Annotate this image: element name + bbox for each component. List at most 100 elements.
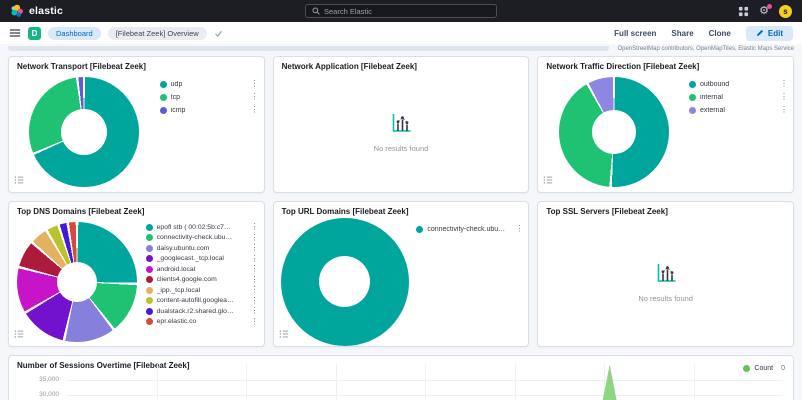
legend-item[interactable]: content-autofill.googlea…⋮ — [146, 297, 259, 305]
legend-item-menu-icon[interactable]: ⋮ — [780, 80, 788, 88]
panel-network-application: Network Application [Filebeat Zeek] No r… — [273, 56, 530, 193]
panel-title: Network Transport [Filebeat Zeek] — [9, 57, 264, 72]
count-legend[interactable]: Count 0 — [743, 365, 785, 372]
legend-label: outbound — [700, 81, 729, 88]
legend-item[interactable]: tcp ⋮ — [160, 93, 259, 101]
top-navigation-bar: elastic ⚙ s — [0, 0, 802, 22]
apps-grid-icon[interactable] — [738, 6, 749, 17]
legend-label: tcp — [171, 94, 180, 101]
legend-item-menu-icon[interactable]: ⋮ — [780, 106, 788, 114]
legend-item-menu-icon[interactable]: ⋮ — [251, 318, 259, 326]
chart-legend: outbound⋮internal⋮external⋮ — [689, 72, 793, 192]
legend-label: _ipp._tcp.local — [157, 287, 200, 294]
donut-hole — [319, 256, 370, 307]
y-axis-tick: 30,000 — [17, 391, 59, 398]
pie-chart-dns-domains[interactable] — [17, 222, 137, 342]
legend-item[interactable]: android.local⋮ — [146, 265, 259, 273]
map-attribution-row: OpenStreetMap contributors, OpenMapTiles… — [0, 44, 802, 53]
donut-hole — [57, 262, 97, 302]
legend-swatch — [146, 224, 153, 231]
share-button[interactable]: Share — [671, 29, 693, 38]
legend-swatch — [689, 81, 696, 88]
space-initial: D — [32, 29, 38, 38]
legend-item-menu-icon[interactable]: ⋮ — [251, 80, 259, 88]
legend-item[interactable]: udp ⋮ — [160, 80, 259, 88]
legend-item-menu-icon[interactable]: ⋮ — [780, 93, 788, 101]
legend-item[interactable]: epr.elastic.co⋮ — [146, 318, 259, 326]
map-panel-edge — [8, 46, 609, 51]
legend-item-menu-icon[interactable]: ⋮ — [251, 244, 259, 252]
legend-swatch — [146, 255, 153, 262]
legend-toggle-icon[interactable] — [14, 327, 24, 342]
legend-item-menu-icon[interactable]: ⋮ — [251, 297, 259, 305]
no-results-state: No results found — [274, 72, 529, 192]
no-results-text: No results found — [374, 144, 429, 153]
legend-toggle-icon[interactable] — [279, 327, 289, 342]
donut-hole — [592, 110, 636, 154]
dashboard-grid: Network Transport [Filebeat Zeek] udp⋮tc… — [0, 53, 802, 347]
space-badge[interactable]: D — [28, 27, 41, 40]
panel-top-ssl-servers: Top SSL Servers [Filebeat Zeek] No resul… — [537, 201, 794, 347]
global-search[interactable] — [305, 4, 497, 18]
legend-item[interactable]: epofl stb ( 00:02:5b:c7…⋮ — [146, 223, 259, 231]
legend-item-menu-icon[interactable]: ⋮ — [251, 265, 259, 273]
legend-item[interactable]: _ipp._tcp.local ⋮ — [146, 286, 259, 294]
legend-item-menu-icon[interactable]: ⋮ — [251, 255, 259, 263]
breadcrumb-dashboard[interactable]: Dashboard — [48, 27, 101, 40]
panel-network-transport: Network Transport [Filebeat Zeek] udp⋮tc… — [8, 56, 265, 193]
edit-button[interactable]: Edit — [746, 26, 793, 41]
search-input[interactable] — [324, 7, 490, 16]
panel-title: Top SSL Servers [Filebeat Zeek] — [538, 202, 793, 217]
no-results-text: No results found — [638, 294, 693, 303]
legend-item[interactable]: clients4.google.com⋮ — [146, 276, 259, 284]
legend-label: dualstack.r2.shared.glo… — [157, 308, 234, 315]
legend-toggle-icon[interactable] — [543, 173, 553, 188]
legend-label: external — [700, 107, 725, 114]
panel-title: Network Application [Filebeat Zeek] — [274, 57, 529, 72]
legend-toggle-icon[interactable] — [14, 173, 24, 188]
legend-item-menu-icon[interactable]: ⋮ — [251, 223, 259, 231]
pencil-icon — [756, 29, 764, 37]
count-area-series — [67, 364, 783, 400]
legend-item-menu-icon[interactable]: ⋮ — [515, 225, 523, 233]
legend-item-menu-icon[interactable]: ⋮ — [251, 93, 259, 101]
legend-item[interactable]: dualstack.r2.shared.glo… ⋮ — [146, 307, 259, 315]
donut-chart-traffic-direction[interactable] — [559, 77, 669, 187]
avatar-initial: s — [783, 7, 787, 16]
legend-item[interactable]: _googlecast._tcp.local⋮ — [146, 255, 259, 263]
menu-icon[interactable] — [9, 27, 21, 39]
legend-item[interactable]: external ⋮ — [689, 106, 788, 114]
topbar-actions: ⚙ s — [738, 5, 792, 18]
legend-item[interactable]: daisy.ubuntu.com⋮ — [146, 244, 259, 252]
timeseries-panel: Number of Sessions Overtime [Filebeat Ze… — [8, 355, 794, 400]
panel-title: Network Traffic Direction [Filebeat Zeek… — [538, 57, 793, 72]
no-results-chart-icon — [654, 261, 678, 285]
legend-item-menu-icon[interactable]: ⋮ — [251, 307, 259, 315]
user-avatar[interactable]: s — [779, 5, 792, 18]
legend-item-menu-icon[interactable]: ⋮ — [251, 234, 259, 242]
toolbar-actions: Full screen Share Clone Edit — [614, 26, 793, 41]
legend-item[interactable]: connectivity-check.ubu…⋮ — [146, 234, 259, 242]
chart-legend: epofl stb ( 00:02:5b:c7…⋮ connectivity-ch… — [146, 217, 264, 346]
map-attribution-links[interactable]: OpenStreetMap contributors, OpenMapTiles… — [617, 46, 794, 52]
brand-name: elastic — [29, 5, 63, 17]
donut-chart-url-domains[interactable] — [281, 218, 409, 346]
legend-item-menu-icon[interactable]: ⋮ — [251, 106, 259, 114]
legend-item-menu-icon[interactable]: ⋮ — [251, 286, 259, 294]
timeseries-plot[interactable] — [67, 364, 783, 400]
notifications-icon[interactable]: ⚙ — [759, 6, 769, 17]
full-screen-button[interactable]: Full screen — [614, 29, 656, 38]
clone-button[interactable]: Clone — [709, 29, 731, 38]
no-results-chart-icon — [389, 111, 413, 135]
legend-item[interactable]: connectivity-check.ubu…⋮ — [416, 225, 523, 233]
legend-label: udp — [171, 81, 183, 88]
legend-item[interactable]: icmp⋮ — [160, 106, 259, 114]
legend-item-menu-icon[interactable]: ⋮ — [251, 276, 259, 284]
legend-swatch — [146, 308, 153, 315]
donut-chart-network-transport[interactable] — [29, 77, 139, 187]
elastic-brand[interactable]: elastic — [10, 4, 63, 18]
legend-item[interactable]: outbound ⋮ — [689, 80, 788, 88]
breadcrumb-current-dashboard[interactable]: [Filebeat Zeek] Overview — [108, 27, 207, 40]
count-legend-label: Count — [754, 365, 773, 372]
legend-item[interactable]: internal⋮ — [689, 93, 788, 101]
